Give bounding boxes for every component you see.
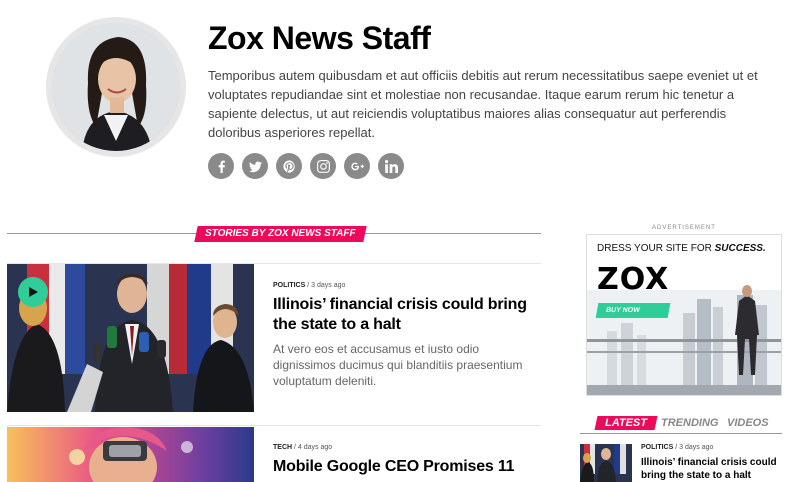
advertisement-banner[interactable]: DRESS YOUR SITE FOR SUCCESS. ZOX BUY NOW [586, 234, 782, 396]
author-avatar [52, 23, 180, 151]
twitter-icon[interactable] [242, 153, 268, 179]
author-avatar-ring [46, 17, 186, 157]
advertisement-label: ADVERTISEMENT [652, 225, 716, 231]
facebook-icon[interactable] [208, 153, 234, 179]
vr-headset-photo [7, 427, 254, 482]
google-plus-icon[interactable] [344, 153, 370, 179]
press-conference-photo [580, 444, 632, 482]
latest-item-category[interactable]: POLITICS [641, 444, 673, 451]
article-divider [7, 425, 541, 426]
tab-videos[interactable]: VIDEOS [727, 417, 769, 429]
latest-item-time: 3 days ago [679, 444, 714, 451]
article-meta: POLITICS / 3 days ago [273, 282, 346, 289]
ad-headline: DRESS YOUR SITE FOR SUCCESS. [597, 243, 766, 254]
ad-logo: ZOX [597, 262, 670, 297]
article-thumbnail[interactable] [7, 427, 254, 482]
play-video-button[interactable] [18, 277, 48, 307]
article-category[interactable]: POLITICS [273, 282, 305, 289]
section-label: STORIES BY ZOX NEWS STAFF [194, 226, 367, 242]
article-time: 3 days ago [311, 282, 346, 289]
linkedin-icon[interactable] [378, 153, 404, 179]
article-time: 4 days ago [297, 444, 333, 451]
tab-latest[interactable]: LATEST [594, 416, 658, 430]
author-name: Zox News Staff [208, 20, 431, 56]
latest-item-meta: POLITICS / 3 days ago [641, 444, 714, 451]
play-icon [29, 287, 38, 297]
instagram-icon[interactable] [310, 153, 336, 179]
pinterest-icon[interactable] [276, 153, 302, 179]
latest-item-title[interactable]: Illinois’ financial crisis could bring t… [641, 456, 786, 482]
tab-trending[interactable]: TRENDING [661, 417, 718, 429]
author-bio: Temporibus autem quibusdam et aut offici… [208, 68, 758, 140]
tabs-divider [580, 433, 782, 434]
buy-now-button[interactable]: BUY NOW [595, 303, 671, 318]
article-excerpt: At vero eos et accusamus et iusto odio d… [273, 342, 523, 388]
social-links [208, 153, 404, 179]
article-title[interactable]: Mobile Google CEO Promises 11 [273, 457, 538, 477]
article-meta: TECH / 4 days ago [273, 444, 333, 451]
author-photo [52, 23, 180, 151]
article-category[interactable]: TECH [273, 444, 292, 451]
article-title[interactable]: Illinois’ financial crisis could bring t… [273, 295, 538, 335]
latest-item-thumbnail[interactable] [580, 444, 632, 482]
